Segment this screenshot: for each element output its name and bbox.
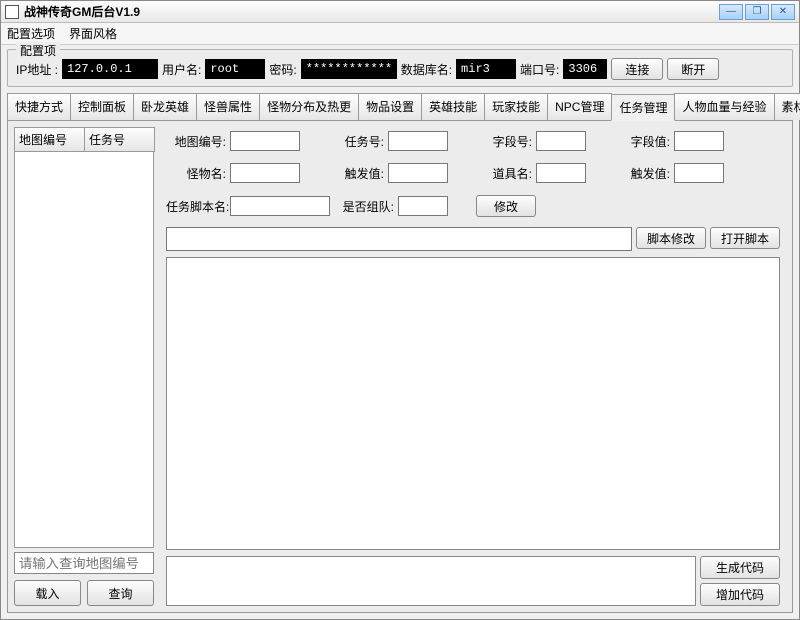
input-trigger2[interactable] (674, 163, 724, 183)
tab-item[interactable]: 物品设置 (358, 93, 422, 120)
port-input[interactable] (563, 59, 607, 79)
grid-header: 地图编号 任务号 (14, 127, 154, 152)
label-is-team: 是否组队: (334, 198, 394, 215)
script-edit-button[interactable]: 脚本修改 (636, 227, 706, 249)
tab-monster-dist[interactable]: 怪物分布及热更 (259, 93, 359, 120)
gen-buttons: 生成代码 增加代码 (700, 556, 780, 606)
label-map-id: 地图编号: (166, 133, 226, 150)
tab-hero-skill[interactable]: 英雄技能 (421, 93, 485, 120)
disconnect-button[interactable]: 断开 (667, 58, 719, 80)
tab-content: 地图编号 任务号 载入 查询 地图编号: 任务号: 字段号: 字段值: (7, 121, 793, 613)
menu-config[interactable]: 配置选项 (7, 25, 55, 42)
tab-hero[interactable]: 卧龙英雄 (133, 93, 197, 120)
script-editor[interactable] (166, 257, 780, 550)
input-map-id[interactable] (230, 131, 300, 151)
col-task-id[interactable]: 任务号 (84, 127, 155, 152)
right-column: 地图编号: 任务号: 字段号: 字段值: 怪物名: 触发值: 道具名: (160, 127, 786, 606)
close-button[interactable]: ✕ (771, 4, 795, 20)
pass-input[interactable] (301, 59, 397, 79)
maximize-button[interactable]: ❐ (745, 4, 769, 20)
load-button[interactable]: 载入 (14, 580, 81, 606)
script-path-input[interactable] (166, 227, 632, 251)
config-legend: 配置项 (16, 42, 60, 59)
config-group: 配置项 IP地址 : 用户名: 密码: 数据库名: 端口号: 连接 断开 (7, 49, 793, 87)
label-task-id: 任务号: (304, 133, 384, 150)
form-rows: 地图编号: 任务号: 字段号: 字段值: 怪物名: 触发值: 道具名: (160, 127, 786, 225)
code-output[interactable] (166, 556, 696, 606)
ip-label: IP地址 : (16, 61, 58, 78)
tabstrip: 快捷方式 控制面板 卧龙英雄 怪兽属性 怪物分布及热更 物品设置 英雄技能 玩家… (7, 93, 793, 121)
menubar: 配置选项 界面风格 (1, 23, 799, 45)
script-open-button[interactable]: 打开脚本 (710, 227, 780, 249)
port-label: 端口号: (520, 61, 559, 78)
input-task-id[interactable] (388, 131, 448, 151)
window-controls: — ❐ ✕ (719, 4, 795, 20)
label-item: 道具名: (452, 165, 532, 182)
map-search-input[interactable] (14, 552, 154, 574)
user-input[interactable] (205, 59, 265, 79)
left-buttons: 载入 查询 (14, 580, 154, 606)
user-label: 用户名: (162, 61, 201, 78)
tab-hp-exp[interactable]: 人物血量与经验 (674, 93, 774, 120)
label-field-val: 字段值: (590, 133, 670, 150)
label-field-id: 字段号: (452, 133, 532, 150)
titlebar: 战神传奇GM后台V1.9 — ❐ ✕ (1, 1, 799, 23)
tab-control[interactable]: 控制面板 (70, 93, 134, 120)
ip-input[interactable] (62, 59, 158, 79)
gen-code-button[interactable]: 生成代码 (700, 556, 780, 579)
tab-asset[interactable]: 素材热更 (774, 93, 800, 120)
connect-button[interactable]: 连接 (611, 58, 663, 80)
col-map-id[interactable]: 地图编号 (14, 127, 85, 152)
minimize-button[interactable]: — (719, 4, 743, 20)
input-script-name[interactable] (230, 196, 330, 216)
modify-button[interactable]: 修改 (476, 195, 536, 217)
bottom-row: 生成代码 增加代码 (166, 556, 780, 606)
label-trigger2: 触发值: (590, 165, 670, 182)
grid-body[interactable] (14, 152, 154, 548)
input-trigger[interactable] (388, 163, 448, 183)
app-icon (5, 5, 19, 19)
menu-style[interactable]: 界面风格 (69, 25, 117, 42)
label-monster: 怪物名: (166, 165, 226, 182)
label-script-name: 任务脚本名: (166, 198, 226, 215)
add-code-button[interactable]: 增加代码 (700, 583, 780, 606)
window-title: 战神传奇GM后台V1.9 (24, 3, 719, 20)
app-window: 战神传奇GM后台V1.9 — ❐ ✕ 配置选项 界面风格 配置项 IP地址 : … (0, 0, 800, 620)
db-label: 数据库名: (401, 61, 452, 78)
tab-shortcut[interactable]: 快捷方式 (7, 93, 71, 120)
left-column: 地图编号 任务号 载入 查询 (14, 127, 154, 606)
query-button[interactable]: 查询 (87, 580, 154, 606)
db-input[interactable] (456, 59, 516, 79)
input-item[interactable] (536, 163, 586, 183)
tab-monster-attr[interactable]: 怪兽属性 (196, 93, 260, 120)
tab-npc[interactable]: NPC管理 (547, 93, 612, 120)
label-trigger: 触发值: (304, 165, 384, 182)
input-monster[interactable] (230, 163, 300, 183)
input-field-id[interactable] (536, 131, 586, 151)
tab-task[interactable]: 任务管理 (611, 94, 675, 121)
tab-player-skill[interactable]: 玩家技能 (484, 93, 548, 120)
pass-label: 密码: (269, 61, 296, 78)
input-is-team[interactable] (398, 196, 448, 216)
input-field-val[interactable] (674, 131, 724, 151)
script-row: 脚本修改 打开脚本 (166, 227, 780, 251)
